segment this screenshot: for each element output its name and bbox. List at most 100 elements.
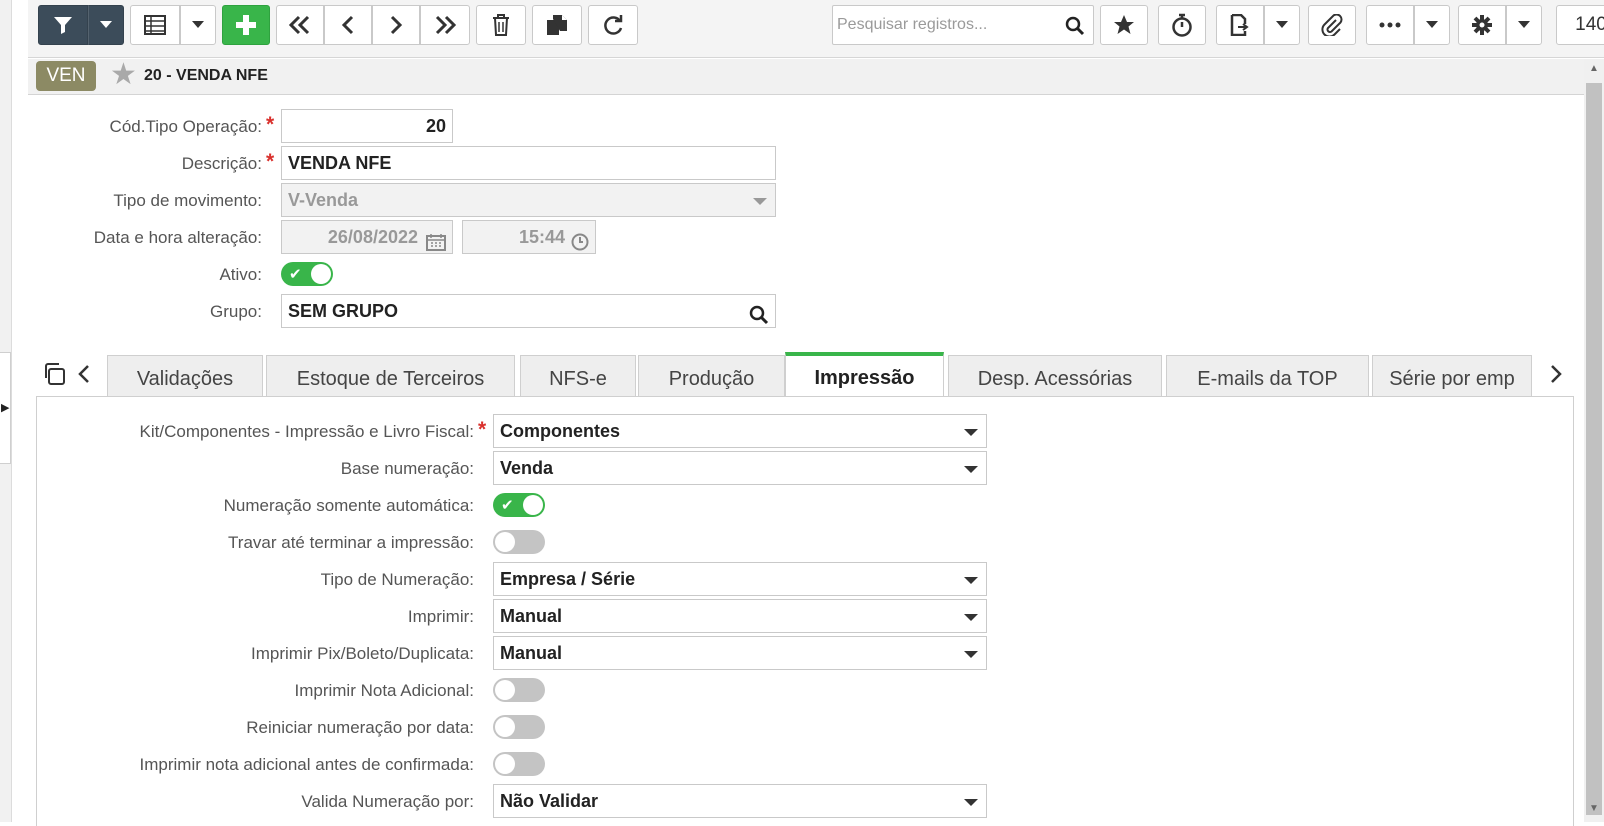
add-record-button[interactable] [222,5,270,45]
timer-button[interactable] [1158,5,1206,45]
last-icon [435,15,457,35]
chevron-down-icon [964,799,978,806]
tab-producao[interactable]: Produção [638,355,785,396]
imprimir-pix-select[interactable]: Manual [493,636,987,670]
valida-numeracao-select[interactable]: Não Validar [493,784,987,818]
vertical-scrollbar[interactable]: ▲ ▼ [1584,59,1604,822]
descricao-field[interactable]: VENDA NFE [281,146,776,180]
tipo-numeracao-select[interactable]: Empresa / Série [493,562,987,596]
imprimir-pix-value: Manual [500,643,563,663]
settings-button[interactable] [1458,5,1506,45]
data-hora-label: Data e hora alteração: [93,228,262,247]
travar-impressao-toggle[interactable] [493,530,545,554]
base-numeracao-label: Base numeração: [340,459,474,478]
attach-button[interactable] [1308,5,1356,45]
settings-dropdown[interactable] [1506,5,1542,45]
next-record-button[interactable] [372,5,420,45]
imprimir-antes-confirmada-label: Imprimir nota adicional antes de confirm… [139,755,475,774]
export-button[interactable] [1216,5,1264,45]
scrollbar-thumb[interactable] [1586,83,1602,815]
kit-componentes-label: Kit/Componentes - Impressão e Livro Fisc… [139,422,474,441]
grupo-field[interactable]: SEM GRUPO [281,294,776,328]
tipo-numeracao-value: Empresa / Série [500,569,636,589]
date-field: 26/08/2022 [281,220,453,254]
time-field: 15:44 [462,220,596,254]
cod-tipo-operacao-field[interactable]: 20 [281,109,453,143]
search-icon[interactable] [1065,16,1085,41]
more-actions-button[interactable] [1366,5,1414,45]
numeracao-auto-toggle[interactable]: ✔ [493,493,545,517]
tab-strip: Validações Estoque de Terceiros NFS-e Pr… [36,352,1572,397]
more-actions-dropdown[interactable] [1414,5,1450,45]
add-icon [236,15,256,35]
grid-view-dropdown[interactable] [180,5,216,45]
ativo-toggle[interactable]: ✔ [281,262,333,286]
record-counter: 140 [1556,5,1604,45]
tipo-movimento-value: V-Venda [288,190,359,210]
check-icon: ✔ [501,497,514,514]
first-record-button[interactable] [276,5,324,45]
search-icon[interactable] [749,303,769,335]
reiniciar-numeracao-toggle[interactable] [493,715,545,739]
duplicate-button[interactable] [532,5,582,45]
search-input[interactable] [837,12,1059,38]
tab-desp-acessorias[interactable]: Desp. Acessórias [948,355,1162,396]
tab-nfse[interactable]: NFS-e [520,355,636,396]
grid-view-button[interactable] [130,5,180,45]
refresh-button[interactable] [588,5,638,45]
star-icon[interactable]: ★ [110,60,137,90]
tab-estoque-terceiros[interactable]: Estoque de Terceiros [266,355,515,396]
next-icon [390,15,403,35]
base-numeracao-select[interactable]: Venda [493,451,987,485]
scroll-up-icon[interactable]: ▲ [1589,63,1599,74]
required-marker: * [478,418,487,441]
chevron-down-icon [964,651,978,658]
imprimir-antes-confirmada-toggle[interactable] [493,752,545,776]
star-icon [1114,15,1134,34]
kit-componentes-value: Componentes [500,421,621,441]
chevron-down-icon [1276,21,1288,28]
grupo-value: SEM GRUPO [288,301,399,321]
favorite-button[interactable] [1100,5,1148,45]
chevron-down-icon [1518,21,1530,28]
filter-button[interactable] [38,5,88,45]
delete-button[interactable] [476,5,526,45]
kit-componentes-select[interactable]: Componentes [493,414,987,448]
tipo-movimento-select: V-Venda [281,183,776,217]
tipo-numeracao-label: Tipo de Numeração: [320,570,474,589]
valida-numeracao-value: Não Validar [500,791,599,811]
clock-icon [571,229,589,261]
export-icon [1230,14,1249,36]
tabs-scroll-left-icon[interactable] [78,364,90,389]
grupo-label: Grupo: [210,302,262,321]
export-dropdown[interactable] [1264,5,1300,45]
tab-serie-por-empresa[interactable]: Série por emp [1372,355,1532,396]
left-panel-strip: ▶ [0,0,12,822]
tab-impressao[interactable]: Impressão [785,352,944,397]
previous-record-button[interactable] [324,5,372,45]
last-record-button[interactable] [420,5,470,45]
ativo-label: Ativo: [219,265,262,284]
filter-dropdown-button[interactable] [88,5,124,45]
tab-emails-top[interactable]: E-mails da TOP [1166,355,1369,396]
chevron-down-icon [964,429,978,436]
gear-icon [1472,15,1492,35]
imprimir-nota-adicional-toggle[interactable] [493,678,545,702]
imprimir-label: Imprimir: [407,607,474,626]
search-box[interactable] [832,5,1094,45]
time-value: 15:44 [518,227,565,247]
tab-validacoes[interactable]: Validações [107,355,263,396]
tab-list-icon[interactable] [42,362,66,391]
more-icon [1379,22,1401,28]
imprimir-select[interactable]: Manual [493,599,987,633]
timer-icon [1172,13,1192,37]
expand-panel-handle[interactable]: ▶ [0,352,11,464]
module-badge: VEN [36,61,96,91]
required-marker: * [266,113,275,136]
scroll-down-icon[interactable]: ▼ [1589,803,1599,814]
chevron-down-icon [100,21,112,28]
previous-icon [341,15,354,35]
chevron-down-icon [1426,21,1438,28]
required-marker: * [266,150,275,173]
tabs-scroll-right-icon[interactable] [1550,364,1562,389]
